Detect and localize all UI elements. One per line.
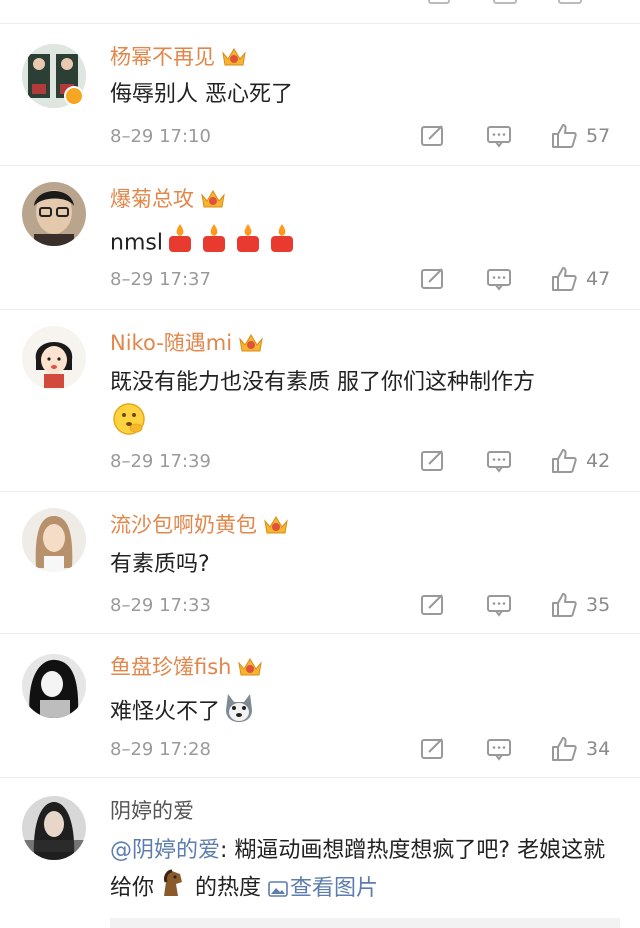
like-count: 34 — [586, 738, 611, 760]
like-button[interactable]: 57 — [550, 123, 610, 149]
comment-icon — [487, 126, 511, 148]
repost-button[interactable] — [420, 737, 486, 761]
avatar[interactable] — [22, 654, 86, 718]
like-count: 42 — [586, 450, 611, 472]
comment-icon[interactable] — [493, 0, 517, 4]
username[interactable]: 杨幂不再见 — [110, 41, 215, 71]
comment-item: 流沙包啊奶黄包 有素质吗? 8–29 17:33 35 — [0, 492, 640, 634]
timestamp: 8–29 17:39 — [110, 450, 211, 472]
username[interactable]: 阴婷的爱 — [110, 795, 194, 825]
comment-text: nmsl — [110, 222, 620, 265]
reply-button[interactable] — [486, 593, 550, 617]
like-count: 57 — [586, 125, 611, 147]
candle-emoji — [233, 222, 263, 265]
name-row: 鱼盘珍馐fish — [110, 651, 263, 681]
comment-icon — [487, 739, 511, 761]
name-row: 杨幂不再见 — [110, 41, 247, 71]
like-count: 47 — [586, 268, 611, 290]
mention-link[interactable]: @阴婷的爱 — [110, 838, 220, 863]
comment-meta: 8–29 17:10 57 — [110, 121, 620, 151]
thumbs-up-icon — [552, 124, 577, 148]
reply-button[interactable] — [486, 124, 550, 148]
verified-badge — [64, 86, 84, 106]
username[interactable]: 鱼盘珍馐fish — [110, 651, 231, 681]
comment-text: 侮辱别人 恶心死了 — [110, 82, 293, 107]
thumbs-up-icon — [552, 593, 577, 617]
avatar[interactable] — [22, 796, 86, 860]
name-row: 阴婷的爱 — [110, 795, 194, 825]
timestamp: 8–29 17:10 — [110, 125, 211, 147]
vip-crown-icon — [239, 334, 263, 352]
username[interactable]: 爆菊总攻 — [110, 183, 194, 213]
timestamp: 8–29 17:37 — [110, 268, 211, 290]
candle-emoji — [165, 222, 195, 265]
comment-meta: 8–29 17:28 34 — [110, 734, 620, 764]
thumbs-up-icon — [552, 267, 577, 291]
comment-text: 既没有能力也没有素质 服了你们这种制作方 — [110, 366, 620, 447]
view-image-link[interactable]: 查看图片 — [268, 876, 378, 901]
reply-button[interactable] — [486, 737, 550, 761]
repost-button[interactable] — [420, 267, 486, 291]
comment-icon — [487, 595, 511, 617]
horse-emoji — [156, 868, 186, 909]
comment-text: @阴婷的爱: 糊逼动画想蹭热度想疯了吧? 老娘这就给你 的热度 查看图片 — [110, 834, 620, 909]
previous-comment-partial — [0, 0, 640, 24]
reply-button[interactable] — [486, 449, 550, 473]
comment-text: 有素质吗? — [110, 552, 210, 577]
like-icon[interactable] — [558, 0, 582, 4]
comment-meta: 8–29 17:33 35 — [110, 590, 620, 620]
comment-item: 阴婷的爱 @阴婷的爱: 糊逼动画想蹭热度想疯了吧? 老娘这就给你 的热度 查看图… — [0, 778, 640, 928]
candle-emoji — [199, 222, 229, 265]
repost-icon — [421, 594, 443, 615]
timestamp: 8–29 17:33 — [110, 594, 211, 616]
avatar[interactable] — [22, 182, 86, 246]
repost-icon — [421, 738, 443, 759]
vip-crown-icon — [201, 190, 225, 208]
comment-item: 爆菊总攻 nmsl 8–29 17:37 47 — [0, 166, 640, 310]
comment-item: Niko-随遇mi 既没有能力也没有素质 服了你们这种制作方 8–29 17:3… — [0, 310, 640, 492]
repost-icon[interactable] — [428, 0, 450, 4]
timestamp: 8–29 17:28 — [110, 738, 211, 760]
name-row: 爆菊总攻 — [110, 183, 226, 213]
repost-icon — [421, 125, 443, 146]
comment-icon — [487, 451, 511, 473]
like-count: 35 — [586, 594, 611, 616]
like-button[interactable]: 42 — [550, 448, 610, 474]
comment-item: 杨幂不再见 侮辱别人 恶心死了 8–29 17:10 57 — [0, 24, 640, 166]
repost-button[interactable] — [420, 449, 486, 473]
comment-meta: 8–29 17:39 42 — [110, 446, 620, 476]
avatar[interactable] — [22, 508, 86, 572]
thumbs-up-icon — [552, 737, 577, 761]
like-button[interactable]: 34 — [550, 736, 610, 762]
username[interactable]: 流沙包啊奶黄包 — [110, 509, 257, 539]
reply-preview-bar — [110, 918, 620, 928]
repost-button[interactable] — [420, 593, 486, 617]
avatar[interactable] — [22, 326, 86, 390]
comment-icon — [487, 269, 511, 291]
like-button[interactable]: 35 — [550, 592, 610, 618]
name-row: Niko-随遇mi — [110, 327, 264, 357]
comment-text: 难怪火不了 — [110, 690, 620, 735]
reply-button[interactable] — [486, 267, 550, 291]
like-button[interactable]: 47 — [550, 266, 610, 292]
vip-crown-icon — [222, 48, 246, 66]
husky-emoji — [222, 690, 256, 735]
vip-crown-icon — [264, 516, 288, 534]
repost-button[interactable] — [420, 124, 486, 148]
comment-item: 鱼盘珍馐fish 难怪火不了 8–29 17:28 34 — [0, 634, 640, 778]
thumbs-up-icon — [552, 449, 577, 473]
image-icon — [268, 880, 288, 897]
thinking-emoji — [112, 402, 146, 447]
name-row: 流沙包啊奶黄包 — [110, 509, 289, 539]
vip-crown-icon — [238, 658, 263, 676]
comment-meta: 8–29 17:37 47 — [110, 264, 620, 294]
username[interactable]: Niko-随遇mi — [110, 327, 232, 357]
repost-icon — [421, 450, 443, 471]
candle-emoji — [267, 222, 297, 265]
repost-icon — [421, 268, 443, 289]
